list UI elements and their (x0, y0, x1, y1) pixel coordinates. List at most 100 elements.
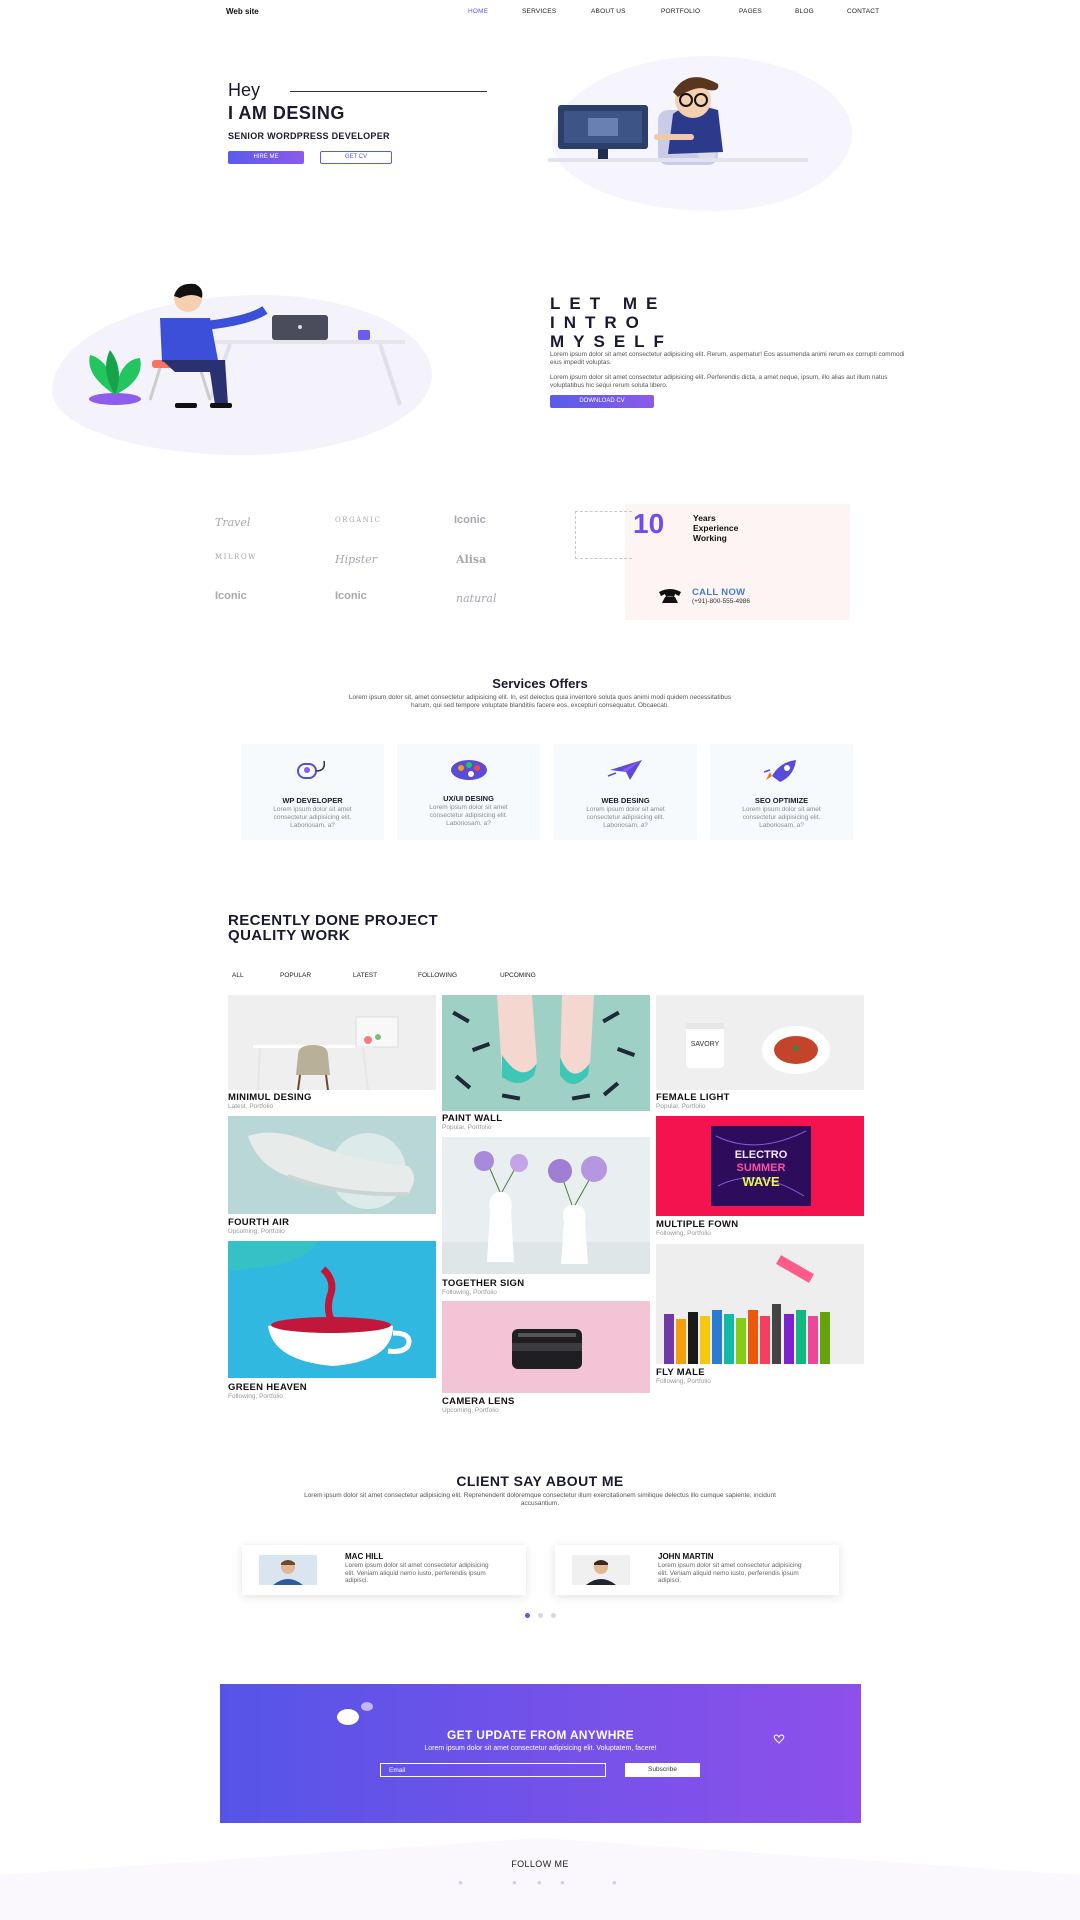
nav-home[interactable]: HOME (468, 8, 488, 15)
decor-circle (361, 1702, 373, 1711)
youtube-icon[interactable]: ● (560, 1878, 565, 1887)
hero-subtitle: SENIOR WORDPRESS DEVELOPER (228, 131, 390, 141)
service-card-wp[interactable]: WP DEVELOPER Lorem ipsum dolor sit amet … (241, 744, 384, 840)
instagram-icon[interactable]: ● (537, 1878, 542, 1887)
portfolio-image-sneaker[interactable] (228, 1116, 436, 1214)
developer-illustration (548, 77, 808, 165)
tile-title[interactable]: FLY MALE (656, 1367, 705, 1378)
nav-portfolio[interactable]: PORTFOLIO (661, 8, 700, 15)
tile-subtitle: Upcoming, Portfolio (442, 1407, 499, 1414)
portfolio-image-vases[interactable] (442, 1137, 650, 1274)
avatar (259, 1555, 317, 1585)
tile-title[interactable]: CAMERA LENS (442, 1396, 515, 1407)
testimonial-text: Lorem ipsum dolor sit amet consectetur a… (658, 1562, 802, 1584)
tile-title[interactable]: MINIMUL DESING (228, 1092, 312, 1103)
brand-logo: Iconic (335, 590, 367, 602)
service-description: Lorem ipsum dolor sit amet consectetur a… (429, 804, 508, 827)
brand-logo: Hipster (335, 553, 377, 566)
service-name: SEO OPTIMIZE (754, 796, 809, 805)
experience-label-line: Working (693, 533, 727, 543)
filter-upcoming[interactable]: UPCOMING (500, 972, 536, 979)
portfolio-image-teacup[interactable] (228, 1241, 436, 1378)
service-name: UX/UI DESING (443, 794, 494, 803)
tile-subtitle: Upcoming, Portfolio (228, 1228, 285, 1235)
filter-latest[interactable]: LATEST (353, 972, 377, 979)
testimonial-card: JOHN MARTIN Lorem ipsum dolor sit amet c… (555, 1545, 839, 1595)
subscribe-button[interactable]: Subscribe (625, 1763, 700, 1777)
mouse-icon (297, 760, 326, 779)
download-cv-button[interactable]: DOWNLOAD CV (550, 395, 654, 408)
dotted-frame (575, 511, 632, 559)
testimonial-text: Lorem ipsum dolor sit amet consectetur a… (345, 1562, 489, 1584)
filter-all[interactable]: ALL (232, 972, 244, 979)
portfolio-heading-line: RECENTLY DONE PROJECT (228, 912, 439, 929)
portfolio-heading-line: QUALITY WORK (228, 927, 351, 944)
tile-subtitle: Following, Portfolio (442, 1289, 497, 1296)
follow-title: FOLLOW ME (511, 1859, 569, 1869)
carousel-dot-active[interactable] (525, 1613, 530, 1618)
tile-title[interactable]: PAINT WALL (442, 1113, 502, 1124)
brand-logo: Iconic (215, 590, 247, 602)
tile-subtitle: Following, Portfolio (656, 1230, 711, 1237)
brand-logo: Iconic (454, 514, 486, 526)
tile-title[interactable]: FOURTH AIR (228, 1217, 289, 1228)
decor-circle (337, 1709, 359, 1725)
tile-title[interactable]: GREEN HEAVEN (228, 1382, 307, 1393)
phone-icon (659, 589, 681, 603)
experience-label: Years Experience Working (693, 513, 738, 543)
experience-number: 10 (633, 508, 665, 539)
testimonials-description: Lorem ipsum dolor sit amet consectetur a… (304, 1492, 776, 1507)
nav-services[interactable]: SERVICES (522, 8, 556, 15)
portfolio-image-camera-lens[interactable] (442, 1301, 650, 1393)
service-card-seo[interactable]: SEO OPTIMIZE Lorem ipsum dolor sit amet … (710, 744, 853, 840)
call-now-link[interactable]: CALL NOW (692, 587, 745, 598)
rocket-icon (763, 760, 796, 782)
vimeo-icon[interactable]: ● (612, 1878, 617, 1887)
hire-me-button[interactable]: HIRE ME (228, 151, 304, 164)
tile-title[interactable]: TOGETHER SIGN (442, 1278, 524, 1289)
portfolio-image-savory[interactable]: SAVORY (656, 995, 864, 1090)
service-card-web[interactable]: WEB DESING Lorem ipsum dolor sit amet co… (554, 744, 697, 840)
intro-paragraph-1: Lorem ipsum dolor sit amet consectetur a… (550, 351, 905, 366)
newsletter-title: GET UPDATE FROM ANYWHRE (447, 1728, 634, 1742)
hero-title: I AM DESING (228, 103, 345, 123)
get-cv-button[interactable]: GET CV (320, 151, 392, 164)
nav-about-us[interactable]: ABOUT US (591, 8, 626, 15)
portfolio-image-minimal[interactable] (228, 995, 436, 1090)
service-name: WP DEVELOPER (282, 796, 343, 805)
service-card-uxui[interactable]: UX/UI DESING Lorem ipsum dolor sit amet … (397, 744, 540, 840)
portfolio-heading: RECENTLY DONE PROJECT QUALITY WORK (228, 913, 438, 943)
phone-number: (+91)-800-555-4986 (692, 598, 750, 605)
nav-contact[interactable]: CONTACT (847, 8, 879, 15)
tile-subtitle: Following, Portfolio (228, 1393, 283, 1400)
facebook-icon[interactable]: ● (458, 1878, 463, 1887)
filter-following[interactable]: FOLLOWING (418, 972, 457, 979)
nav-blog[interactable]: BLOG (795, 8, 814, 15)
workspace-illustration (89, 283, 405, 408)
summer-text: SUMMER (737, 1162, 786, 1174)
service-name: WEB DESING (601, 796, 650, 805)
portfolio-image-socks[interactable] (442, 995, 650, 1111)
nav-pages[interactable]: PAGES (739, 8, 762, 15)
tile-title[interactable]: MULTIPLE FOWN (656, 1219, 738, 1230)
carousel-dot[interactable] (538, 1613, 543, 1618)
service-description: Lorem ipsum dolor sit amet consectetur a… (273, 806, 352, 829)
portfolio-image-electro-wave[interactable]: ELECTRO SUMMER WAVE (656, 1116, 864, 1216)
service-description: Lorem ipsum dolor sit amet consectetur a… (586, 806, 665, 829)
services-title: Services Offers (492, 676, 588, 691)
filter-popular[interactable]: POPULAR (280, 972, 311, 979)
twitter-icon[interactable]: ● (512, 1878, 517, 1887)
intro-title-line: MYSELF (550, 332, 673, 351)
savory-text: SAVORY (691, 1041, 720, 1048)
tile-subtitle: Popular, Portfolio (442, 1124, 492, 1131)
portfolio-image-markers[interactable] (656, 1244, 864, 1364)
tile-subtitle: Latest, Portfolio (228, 1103, 274, 1110)
hero-divider (290, 91, 487, 92)
carousel-dot[interactable] (551, 1613, 556, 1618)
tile-title[interactable]: FEMALE LIGHT (656, 1092, 730, 1103)
brand-logo: ORGANIC (335, 516, 382, 524)
site-logo[interactable]: Web site (226, 7, 259, 16)
email-field[interactable] (380, 1763, 606, 1777)
hero-greeting: Hey (228, 80, 261, 100)
paper-plane-icon (607, 760, 642, 780)
